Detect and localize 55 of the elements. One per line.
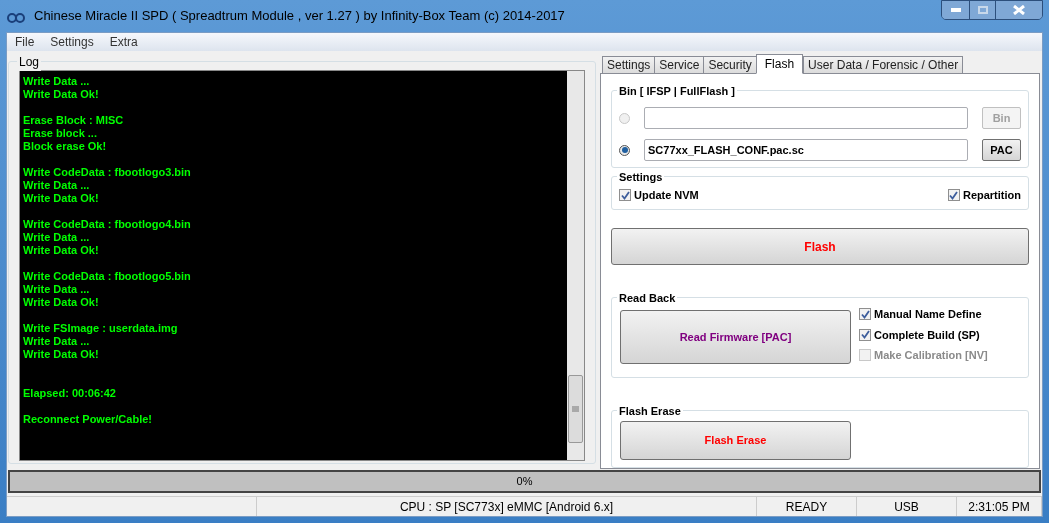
- tab[interactable]: Settings: [602, 56, 656, 73]
- log-line: Write Data Ok!: [23, 244, 100, 257]
- log-line: Write Data ...: [23, 231, 91, 244]
- log-line: Write Data ...: [23, 283, 91, 296]
- checkmark-icon: [860, 309, 870, 319]
- minimize-icon: [950, 8, 961, 12]
- status-text: CPU : SP [SC773x] eMMC [Android 6.x]: [257, 497, 757, 516]
- window-title: Chinese Miracle II SPD ( Spreadtrum Module , ver 1.27 ) by Infinity-Box Team (c) 2014-2017: [34, 7, 565, 26]
- tab[interactable]: Service: [654, 56, 705, 73]
- menu-item[interactable]: Extra: [109, 33, 138, 51]
- menu-item[interactable]: File: [15, 33, 35, 51]
- close-button[interactable]: [996, 1, 1042, 19]
- maximize-icon: [977, 6, 988, 14]
- close-icon: [1013, 5, 1025, 15]
- checkbox[interactable]: Repartition: [947, 187, 1021, 204]
- log-line: Write Data ...: [23, 75, 91, 88]
- log-line: Write Data Ok!: [23, 296, 100, 309]
- log-line: Write Data ...: [23, 335, 91, 348]
- scrollbar[interactable]: [567, 71, 584, 460]
- log-line: Write Data Ok!: [23, 192, 100, 205]
- text-field[interactable]: [644, 107, 968, 129]
- log-line: Erase block ...: [23, 127, 98, 140]
- log-line: Erase Block : MISC: [23, 114, 125, 127]
- progress-label: 0%: [516, 474, 533, 490]
- log-line: Write CodeData : fbootlogo5.bin: [23, 270, 192, 283]
- minimize-button[interactable]: [942, 1, 970, 19]
- read-firmware-button[interactable]: Read Firmware [PAC]: [620, 310, 851, 364]
- log-line: Write Data Ok!: [23, 88, 100, 101]
- checkbox[interactable]: Update NVM: [619, 187, 699, 204]
- scroll-thumb[interactable]: [568, 375, 583, 443]
- log-line: Write Data ...: [23, 179, 91, 192]
- log-line: Write Data Ok!: [23, 348, 100, 361]
- status-text: USB: [857, 497, 957, 516]
- log-line: Write CodeData : fbootlogo4.bin: [23, 218, 192, 231]
- tab[interactable]: User Data / Forensic / Other: [803, 56, 964, 73]
- text-field[interactable]: SC77xx_FLASH_CONF.pac.sc: [644, 139, 968, 161]
- grip-icon: [572, 406, 579, 412]
- checkmark-icon: [620, 190, 630, 200]
- radio-button[interactable]: [619, 144, 630, 156]
- pac-button[interactable]: PAC: [982, 139, 1021, 161]
- log-line: Write CodeData : fbootlogo3.bin: [23, 166, 192, 179]
- checkmark-icon: [949, 190, 959, 200]
- checkmark-icon: [860, 330, 870, 340]
- tab[interactable]: Security: [703, 56, 757, 73]
- log-line: Block erase Ok!: [23, 140, 108, 153]
- maximize-button[interactable]: [970, 1, 996, 19]
- status-text: 2:31:05 PM: [957, 497, 1042, 516]
- log-line: Write FSImage : userdata.img: [23, 322, 179, 335]
- log-line: Elapsed: 00:06:42: [23, 387, 117, 400]
- log-line: Reconnect Power/Cable!: [23, 413, 153, 426]
- checkbox[interactable]: Complete Build (SP): [859, 326, 988, 343]
- tab[interactable]: Flash: [755, 54, 804, 74]
- status-text: READY: [757, 497, 857, 516]
- checkbox[interactable]: Manual Name Define: [859, 306, 988, 323]
- menu-item[interactable]: Settings: [50, 33, 94, 51]
